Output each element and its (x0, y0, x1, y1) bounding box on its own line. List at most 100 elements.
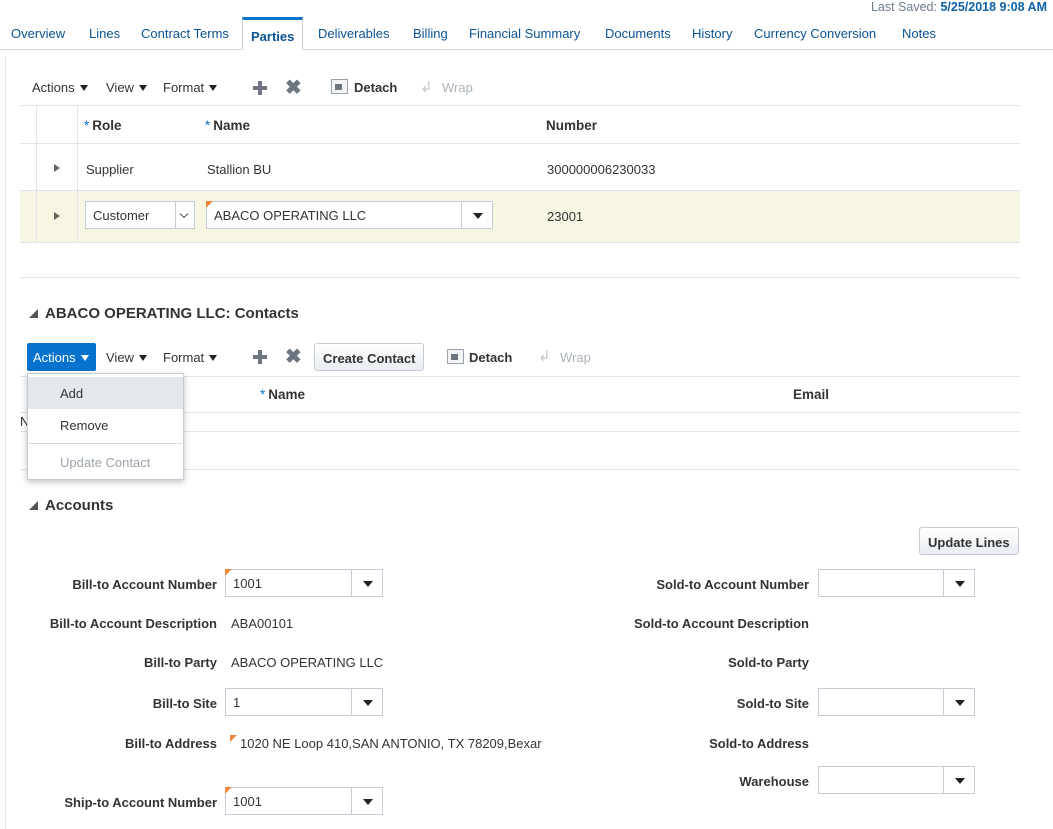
contacts-wrap-button: Wrap (560, 350, 591, 365)
column-header-role[interactable]: * Role (84, 118, 122, 133)
contacts-section-header[interactable]: ABACO OPERATING LLC: Contacts (29, 305, 299, 322)
delete-icon[interactable]: ✖ (285, 347, 302, 367)
parties-detach-button[interactable]: Detach (354, 80, 397, 95)
bill-to-site-value: 1 (233, 695, 241, 710)
bill-to-party-value: ABACO OPERATING LLC (231, 655, 384, 670)
dropdown-arrow-icon[interactable] (461, 202, 492, 228)
dropdown-arrow-icon[interactable] (943, 767, 974, 793)
create-contact-button[interactable]: Create Contact (314, 343, 425, 371)
ship-to-account-number-label: Ship-to Account Number (64, 795, 217, 810)
chevron-down-icon[interactable] (175, 202, 194, 228)
tab-documents[interactable]: Documents (605, 26, 671, 41)
required-marker: * (84, 118, 90, 133)
tab-lines[interactable]: Lines (89, 26, 120, 41)
dropdown-arrow-icon[interactable] (943, 570, 974, 596)
column-header-email[interactable]: Email (793, 387, 829, 402)
wrap-icon: ↲ (538, 348, 551, 365)
column-header-name[interactable]: * Name (260, 387, 305, 402)
contacts-format-label: Format (163, 350, 205, 365)
parties-format-label: Format (163, 80, 205, 95)
bill-to-site-label: Bill-to Site (152, 696, 217, 711)
bill-to-site-select[interactable]: 1 (225, 688, 383, 716)
delete-icon[interactable]: ✖ (285, 78, 302, 98)
chevron-down-icon (79, 85, 88, 91)
last-saved-indicator: Last Saved: 5/25/2018 9:08 AM (871, 0, 1047, 14)
divider (36, 191, 37, 242)
bill-to-account-description-label: Bill-to Account Description (49, 616, 217, 631)
role-select[interactable]: Customer (85, 201, 195, 229)
party-name-select[interactable]: ABACO OPERATING LLC (206, 201, 493, 229)
menu-item-remove[interactable]: Remove (28, 409, 183, 441)
section-divider (20, 277, 1020, 278)
contacts-actions-dropdown: Add Remove Update Contact (27, 373, 184, 480)
tab-billing[interactable]: Billing (413, 26, 448, 41)
ship-to-account-number-select[interactable]: 1001 (225, 787, 383, 815)
wrap-icon: ↲ (420, 79, 433, 96)
divider (20, 242, 1020, 243)
bill-to-address-label: Bill-to Address (125, 736, 217, 751)
parties-format-menu[interactable]: Format (163, 80, 218, 95)
dropdown-arrow-icon[interactable] (943, 689, 974, 715)
warehouse-select[interactable] (818, 766, 975, 794)
menu-separator (29, 443, 182, 444)
chevron-down-icon (138, 355, 147, 361)
role-select-value: Customer (93, 208, 150, 223)
party-number: 300000006230033 (547, 162, 656, 177)
warehouse-label: Warehouse (739, 774, 809, 789)
detach-icon[interactable] (447, 349, 464, 364)
column-header-label: Role (92, 118, 122, 133)
bill-to-account-number-select[interactable]: 1001 (225, 569, 383, 597)
dropdown-arrow-icon[interactable] (351, 570, 382, 596)
contacts-view-menu[interactable]: View (106, 350, 147, 365)
expand-row-icon[interactable] (54, 164, 60, 172)
chevron-down-icon (209, 355, 218, 361)
parties-view-label: View (106, 80, 134, 95)
ship-to-account-number-value: 1001 (233, 794, 262, 809)
collapse-icon[interactable] (29, 501, 38, 510)
contacts-format-menu[interactable]: Format (163, 350, 218, 365)
add-icon[interactable] (252, 80, 268, 96)
tab-contract-terms[interactable]: Contract Terms (141, 26, 229, 41)
tab-overview[interactable]: Overview (11, 26, 65, 41)
menu-item-add[interactable]: Add (28, 377, 183, 409)
tab-parties[interactable]: Parties (242, 17, 304, 50)
parties-wrap-button: Wrap (442, 80, 473, 95)
parties-view-menu[interactable]: View (106, 80, 147, 95)
tab-deliverables[interactable]: Deliverables (318, 26, 390, 41)
chevron-down-icon (80, 355, 89, 361)
contacts-actions-label: Actions (33, 350, 76, 365)
party-role: Supplier (86, 162, 134, 177)
collapse-icon[interactable] (29, 309, 38, 318)
expand-row-icon[interactable] (54, 212, 60, 220)
column-header-number[interactable]: Number (546, 118, 597, 133)
required-marker: * (260, 387, 266, 402)
tab-currency-conversion[interactable]: Currency Conversion (754, 26, 876, 41)
tab-financial-summary[interactable]: Financial Summary (469, 26, 580, 41)
sold-to-account-number-select[interactable] (818, 569, 975, 597)
column-header-name[interactable]: * Name (205, 118, 250, 133)
bill-to-account-number-value: 1001 (233, 576, 262, 591)
parties-actions-menu[interactable]: Actions (32, 80, 88, 95)
contacts-actions-menu[interactable]: Actions (27, 343, 96, 371)
column-header-label: Name (268, 387, 306, 402)
sold-to-address-label: Sold-to Address (709, 736, 809, 751)
dropdown-arrow-icon[interactable] (351, 689, 382, 715)
detach-icon[interactable] (331, 79, 348, 94)
divider (77, 191, 78, 242)
sold-to-account-description-label: Sold-to Account Description (633, 616, 809, 631)
add-icon[interactable] (252, 349, 268, 365)
bill-to-address-value: 1020 NE Loop 410,SAN ANTONIO, TX 78209,B… (230, 735, 542, 751)
divider (20, 105, 1020, 106)
required-marker: * (205, 118, 211, 133)
divider (20, 143, 1020, 144)
party-name-select-value: ABACO OPERATING LLC (214, 208, 367, 223)
sold-to-site-select[interactable] (818, 688, 975, 716)
parties-actions-label: Actions (32, 80, 75, 95)
contacts-detach-button[interactable]: Detach (469, 350, 512, 365)
update-lines-button[interactable]: Update Lines (919, 527, 1019, 555)
dropdown-arrow-icon[interactable] (351, 788, 382, 814)
accounts-section-header[interactable]: Accounts (29, 497, 113, 514)
tab-history[interactable]: History (692, 26, 732, 41)
sold-to-site-label: Sold-to Site (736, 696, 809, 711)
tab-notes[interactable]: Notes (902, 26, 936, 41)
